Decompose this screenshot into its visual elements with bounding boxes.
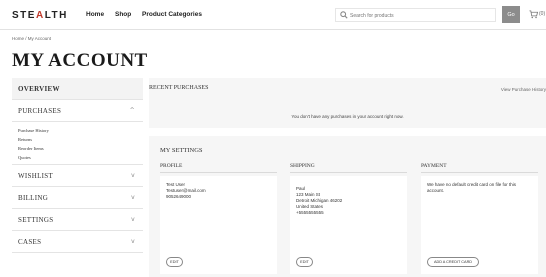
chevron-down-icon: v <box>131 238 135 245</box>
sidebar-item-settings[interactable]: SETTINGS v <box>12 209 143 231</box>
submenu-item-reorder-items[interactable]: Reorder Items <box>18 144 143 153</box>
payment-details: We have no default credit card on file f… <box>427 182 516 194</box>
sidebar-item-label: BILLING <box>18 194 49 202</box>
edit-profile-button[interactable]: EDIT <box>166 257 183 267</box>
sidebar-item-label: WISHLIST <box>18 172 54 180</box>
divider <box>290 172 407 173</box>
chevron-down-icon: v <box>131 216 135 223</box>
divider <box>421 172 538 173</box>
purchases-submenu: Purchase History Returns Reorder Items Q… <box>12 122 143 165</box>
search-box <box>335 8 496 22</box>
payment-message-line: account. <box>427 188 445 193</box>
cart-icon[interactable] <box>529 10 538 19</box>
view-purchase-history-link[interactable]: View Purchase History <box>501 87 546 92</box>
chevron-up-icon: ^ <box>129 107 135 114</box>
breadcrumb[interactable]: Home / My Account <box>12 36 51 41</box>
edit-shipping-button[interactable]: EDIT <box>296 257 313 267</box>
logo-part: A <box>35 10 45 21</box>
profile-phone: 9052649000 <box>166 194 192 199</box>
sidebar-item-overview[interactable]: OVERVIEW <box>12 78 143 100</box>
add-credit-card-button[interactable]: ADD A CREDIT CARD <box>427 257 479 267</box>
account-sidebar: OVERVIEW PURCHASES ^ Purchase History Re… <box>12 78 143 253</box>
profile-card: Test User Testuser@mail.com 9052649000 E… <box>160 176 277 274</box>
sidebar-item-billing[interactable]: BILLING v <box>12 187 143 209</box>
sidebar-item-wishlist[interactable]: WISHLIST v <box>12 165 143 187</box>
logo-part: STE <box>12 10 36 21</box>
logo-part: LTH <box>44 10 68 21</box>
sidebar-item-purchases[interactable]: PURCHASES ^ <box>12 100 143 122</box>
my-settings-panel: MY SETTINGS PROFILE SHIPPING PAYMENT Tes… <box>149 136 546 277</box>
sidebar-item-label: CASES <box>18 238 42 246</box>
my-settings-title: MY SETTINGS <box>160 147 203 154</box>
profile-details: Test User Testuser@mail.com 9052649000 <box>166 182 206 200</box>
nav-home-link[interactable]: Home <box>86 11 104 18</box>
site-logo[interactable]: STEALTH <box>12 10 68 21</box>
payment-heading: PAYMENT <box>421 163 447 169</box>
sidebar-item-cases[interactable]: CASES v <box>12 231 143 253</box>
submenu-item-quotes[interactable]: Quotes <box>18 153 143 162</box>
recent-purchases-title: RECENT PURCHASES <box>149 85 209 91</box>
submenu-item-purchase-history[interactable]: Purchase History <box>18 126 143 135</box>
payment-card: We have no default credit card on file f… <box>421 176 538 274</box>
chevron-down-icon: v <box>131 194 135 201</box>
shipping-phone: +5555555555 <box>296 210 324 215</box>
search-input[interactable] <box>350 11 490 20</box>
empty-purchases-message: You don't have any purchases in your acc… <box>291 114 404 119</box>
recent-purchases-panel: RECENT PURCHASES View Purchase History Y… <box>149 78 546 128</box>
chevron-down-icon: v <box>131 172 135 179</box>
shipping-card: Paul 123 Main St Detroit Michigan 46202 … <box>290 176 407 274</box>
page-title: MY ACCOUNT <box>12 50 148 71</box>
sidebar-item-label: SETTINGS <box>18 216 54 224</box>
site-header: STEALTH Home Shop Product Categories Go … <box>0 0 546 30</box>
shipping-heading: SHIPPING <box>290 163 315 169</box>
divider <box>160 172 277 173</box>
sidebar-item-label: PURCHASES <box>18 107 62 115</box>
sidebar-item-label: OVERVIEW <box>18 85 60 93</box>
profile-heading: PROFILE <box>160 163 183 169</box>
search-icon <box>340 11 348 19</box>
shipping-details: Paul 123 Main St Detroit Michigan 46202 … <box>296 186 342 216</box>
cart-count: (0) <box>539 11 546 17</box>
search-go-button[interactable]: Go <box>502 6 520 23</box>
nav-product-categories-link[interactable]: Product Categories <box>142 11 202 18</box>
nav-shop-link[interactable]: Shop <box>115 11 131 18</box>
submenu-item-returns[interactable]: Returns <box>18 135 143 144</box>
